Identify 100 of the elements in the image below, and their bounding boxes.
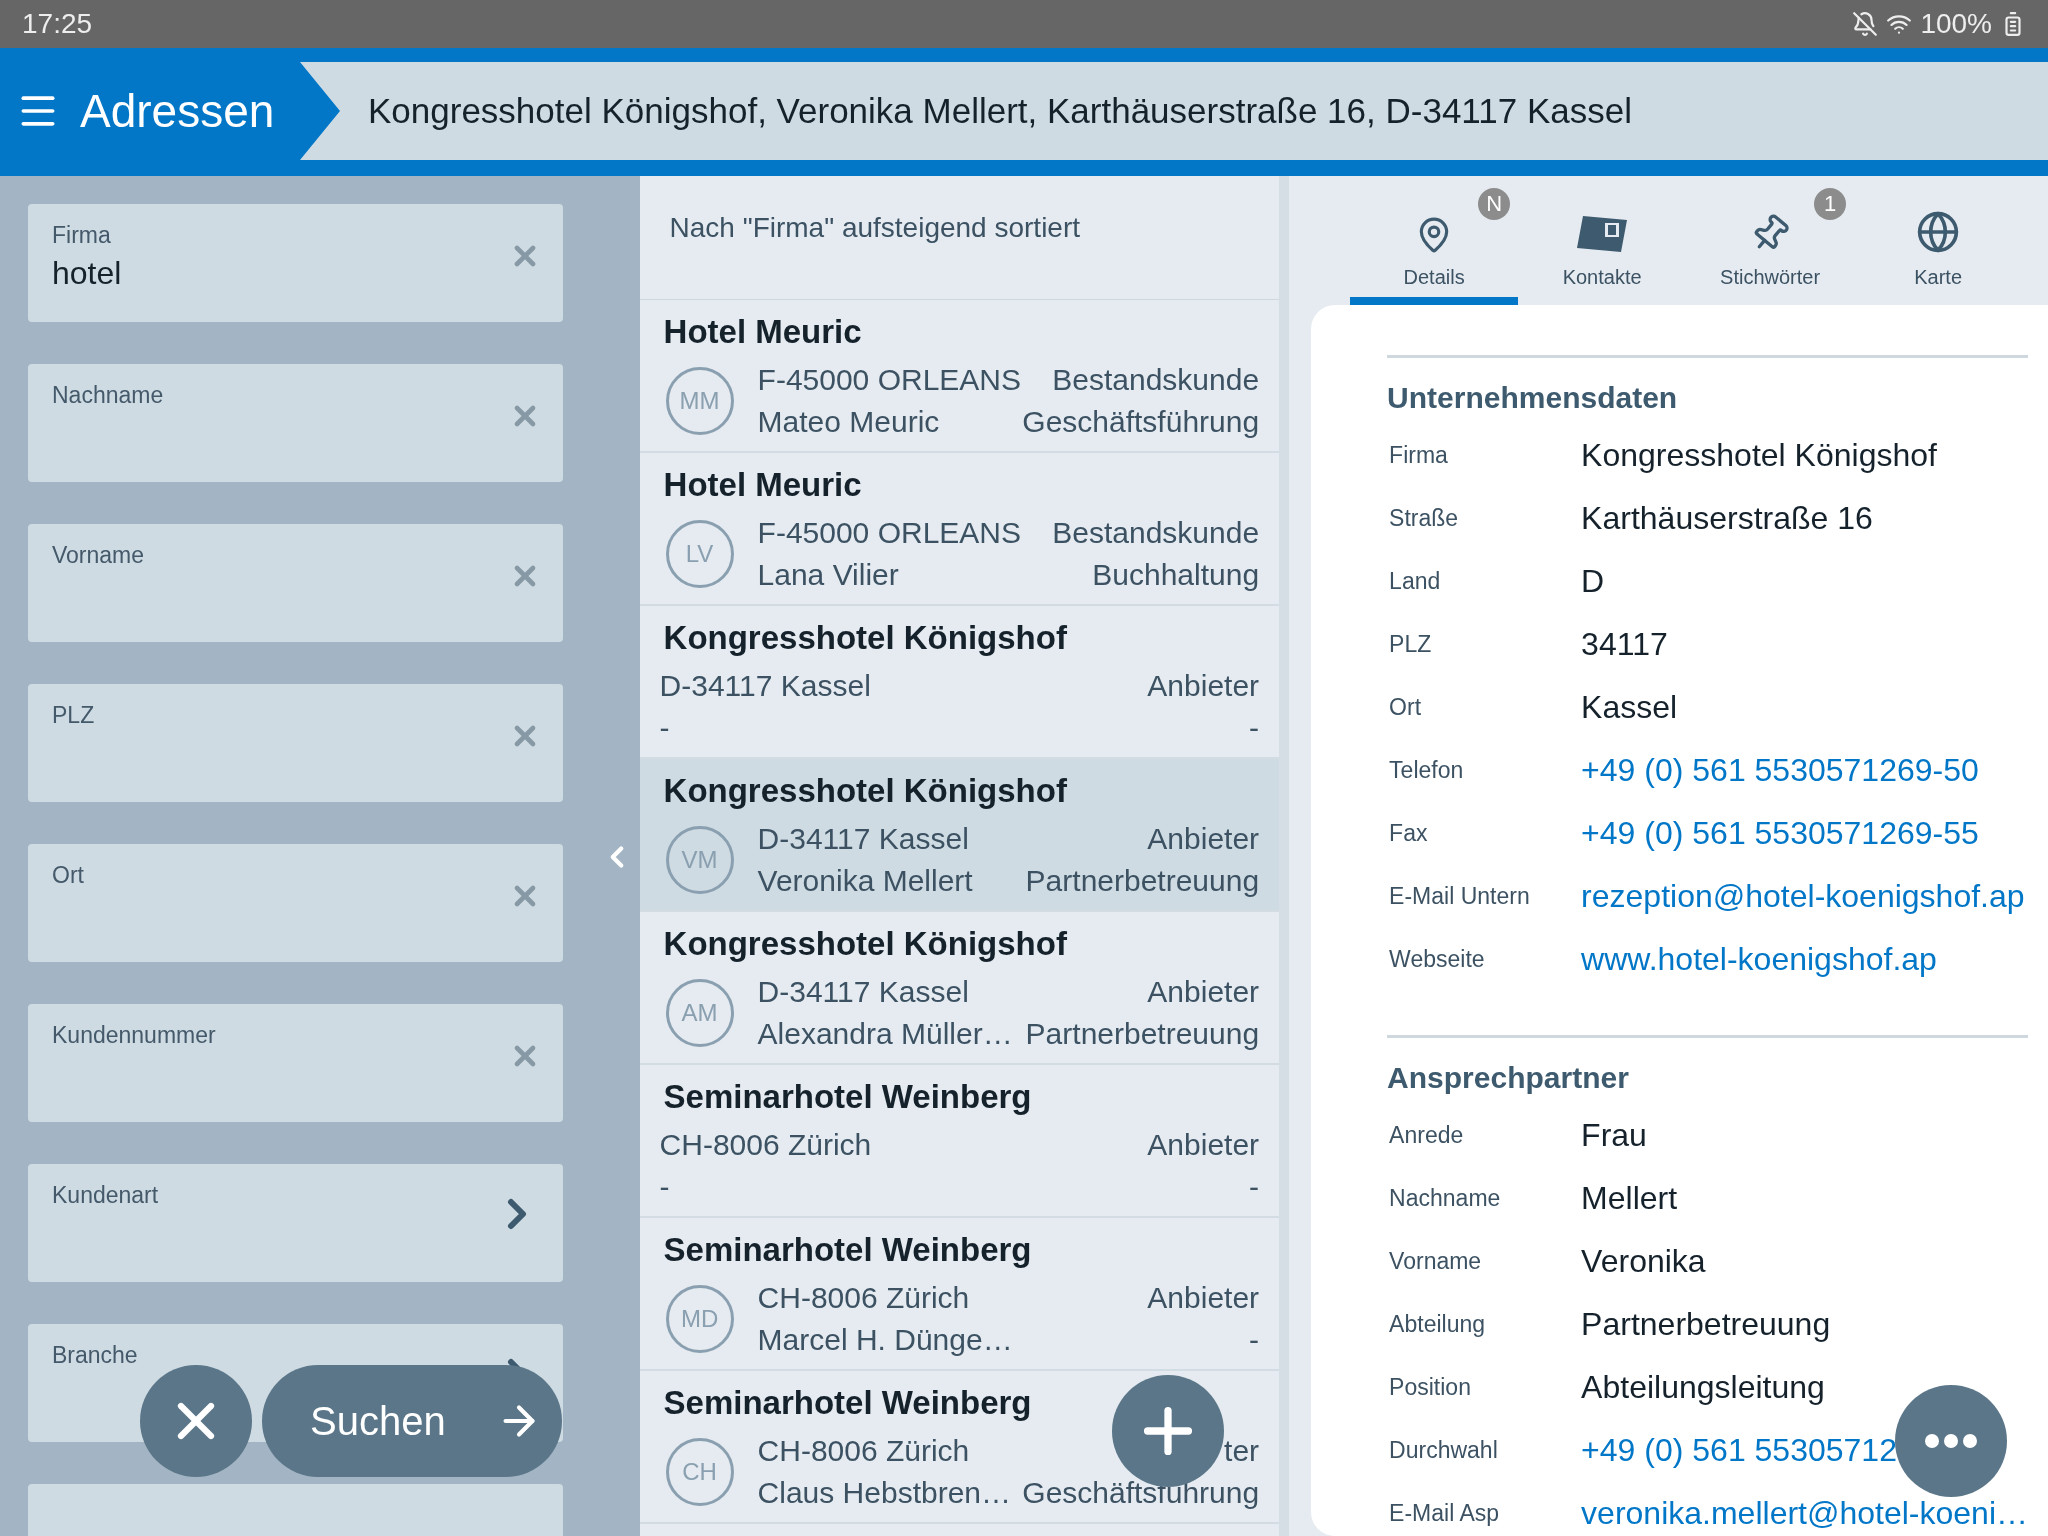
- avatar-initials: AM: [665, 979, 734, 1047]
- detail-value: 34117: [1581, 626, 1668, 663]
- tab-badge: 1: [1814, 188, 1847, 220]
- detail-label: Nachname: [1388, 1185, 1502, 1212]
- section-heading: Ansprechpartner: [1387, 1060, 1630, 1096]
- row-text: -: [1248, 1169, 1260, 1205]
- row-text: CH-8006 Zürich: [659, 1127, 873, 1163]
- detail-link[interactable]: +49 (0) 561 5530571269-55: [1581, 815, 1979, 852]
- filter-field[interactable]: Firma hotel: [28, 204, 563, 322]
- row-text: Partnerbetreuung: [1025, 863, 1260, 899]
- row-text: Lana Vilier: [757, 557, 900, 593]
- detail-label: Vorname: [1388, 1248, 1483, 1275]
- detail-link[interactable]: www.hotel-koenigshof.ap: [1581, 941, 1937, 978]
- row-title: Hotel Meuric: [662, 465, 863, 505]
- row-text: F-45000 ORLEANS: [757, 515, 1022, 551]
- tab-badge: N: [1478, 188, 1511, 220]
- field-value: hotel: [52, 255, 123, 292]
- row-text: Geschäftsführung: [1022, 404, 1260, 440]
- tab[interactable]: Kontakte: [1518, 176, 1687, 305]
- row-text: D-34117 Kassel: [659, 668, 872, 704]
- field-label: PLZ: [52, 702, 96, 729]
- row-text: Anbieter: [1146, 821, 1260, 857]
- row-text: Bestandskunde: [1052, 515, 1260, 551]
- avatar-initials: MD: [665, 1285, 734, 1353]
- row-text: CH-8006 Zürich: [757, 1433, 971, 1469]
- field-label: Ort: [52, 862, 85, 889]
- filter-field[interactable]: Nachname: [28, 364, 563, 482]
- row-title: Seminarhotel Weinberg: [662, 1383, 1033, 1423]
- section-heading: Unternehmensdaten: [1387, 380, 1679, 416]
- row-text: -: [659, 1169, 671, 1205]
- field-label: Kundennummer: [52, 1022, 217, 1049]
- detail-value: Mellert: [1581, 1180, 1678, 1217]
- filter-field[interactable]: Vorname: [28, 524, 563, 642]
- row-text: Anbieter: [1147, 1280, 1260, 1316]
- detail-value: Abteilungsleitung: [1581, 1369, 1825, 1406]
- avatar-initials: LV: [665, 520, 734, 588]
- filter-field[interactable]: Kundenart: [28, 1164, 563, 1282]
- list-row[interactable]: Kongresshotel Königshof VM D-34117 Kassel Anbieter Veronika Mellert Partnerbetreuung: [639, 759, 1280, 912]
- field-label: Branche: [52, 1342, 139, 1369]
- status-time: 17:25: [22, 8, 93, 40]
- detail-label: Ort: [1388, 694, 1423, 721]
- detail-value: Kongresshotel Königshof: [1581, 437, 1937, 474]
- detail-label: Straße: [1388, 505, 1460, 532]
- row-text: Alexandra Müller…: [757, 1016, 1014, 1052]
- detail-link[interactable]: veronika.mellert@hotel-koeni…: [1581, 1495, 2028, 1532]
- detail-value: D: [1581, 563, 1605, 600]
- tab[interactable]: Stichwörter 1: [1686, 176, 1855, 305]
- tab[interactable]: Karte: [1854, 176, 2023, 305]
- row-text: D-34117 Kassel: [757, 821, 970, 857]
- detail-link[interactable]: +49 (0) 561 5530571269-50: [1581, 752, 1979, 789]
- row-text: Claus Hebstbren…: [757, 1475, 1012, 1511]
- row-text: -: [1248, 1322, 1260, 1358]
- detail-link[interactable]: +49 (0) 561 55305712: [1581, 1432, 1897, 1469]
- row-title: Kongresshotel Königshof: [662, 924, 1068, 964]
- row-text: Anbieter: [1147, 668, 1260, 704]
- avatar-initials: VM: [665, 826, 734, 894]
- detail-value: Frau: [1581, 1117, 1647, 1154]
- row-title: Seminarhotel Weinberg: [662, 1230, 1033, 1270]
- field-label: Nachname: [52, 382, 165, 409]
- detail-label: Webseite: [1388, 946, 1486, 973]
- row-text: CH-8006 Zürich: [757, 1280, 971, 1316]
- avatar-initials: MM: [665, 367, 734, 435]
- row-text: Partnerbetreuung: [1025, 1016, 1260, 1052]
- row-text: ter: [1223, 1433, 1260, 1469]
- field-label: Firma: [52, 222, 112, 249]
- detail-label: Telefon: [1388, 757, 1465, 784]
- detail-label: Durchwahl: [1388, 1437, 1499, 1464]
- row-title: Hotel Meuric: [662, 312, 863, 352]
- row-text: F-45000 ORLEANS: [757, 362, 1022, 398]
- app-title: Adressen: [80, 84, 275, 138]
- detail-link[interactable]: rezeption@hotel-koenigshof.ap: [1581, 878, 2025, 915]
- search-button[interactable]: Suchen: [262, 1365, 562, 1477]
- row-text: Bestandskunde: [1051, 362, 1260, 398]
- filter-field[interactable]: Kundennummer: [28, 1004, 563, 1122]
- detail-label: Anrede: [1388, 1122, 1465, 1149]
- field-label: Kundenart: [52, 1182, 160, 1209]
- detail-value: Kassel: [1581, 689, 1678, 726]
- filter-field[interactable]: PLZ: [28, 684, 563, 802]
- row-text: Marcel H. Dünge…: [757, 1322, 1014, 1358]
- row-title: Kongresshotel Königshof: [662, 618, 1068, 658]
- row-text: Anbieter: [1147, 1127, 1260, 1163]
- detail-label: E-Mail Asp: [1388, 1500, 1501, 1527]
- detail-label: Firma: [1388, 442, 1449, 469]
- breadcrumb: Kongresshotel Königshof, Veronika Mellert, Karthäuserstraße 16, D-34117 Kassel: [300, 62, 2048, 160]
- detail-value: Partnerbetreuung: [1581, 1306, 1831, 1343]
- row-text: -: [1248, 710, 1260, 746]
- detail-label: PLZ: [1388, 631, 1433, 658]
- detail-label: Fax: [1388, 820, 1429, 847]
- row-text: Buchhaltung: [1091, 557, 1260, 593]
- field-label: Vorname: [52, 542, 146, 569]
- detail-label: Land: [1388, 568, 1442, 595]
- row-text: D-34117 Kassel: [757, 974, 970, 1010]
- detail-value: Veronika: [1581, 1243, 1706, 1280]
- row-text: -: [659, 710, 671, 746]
- detail-value: Karthäuserstraße 16: [1581, 500, 1873, 537]
- filter-field[interactable]: Ort: [28, 844, 563, 962]
- row-title: Seminarhotel Weinberg: [662, 1077, 1033, 1117]
- row-text: Anbieter: [1146, 974, 1260, 1010]
- detail-label: Abteilung: [1388, 1311, 1487, 1338]
- detail-label: E-Mail Untern: [1388, 883, 1531, 910]
